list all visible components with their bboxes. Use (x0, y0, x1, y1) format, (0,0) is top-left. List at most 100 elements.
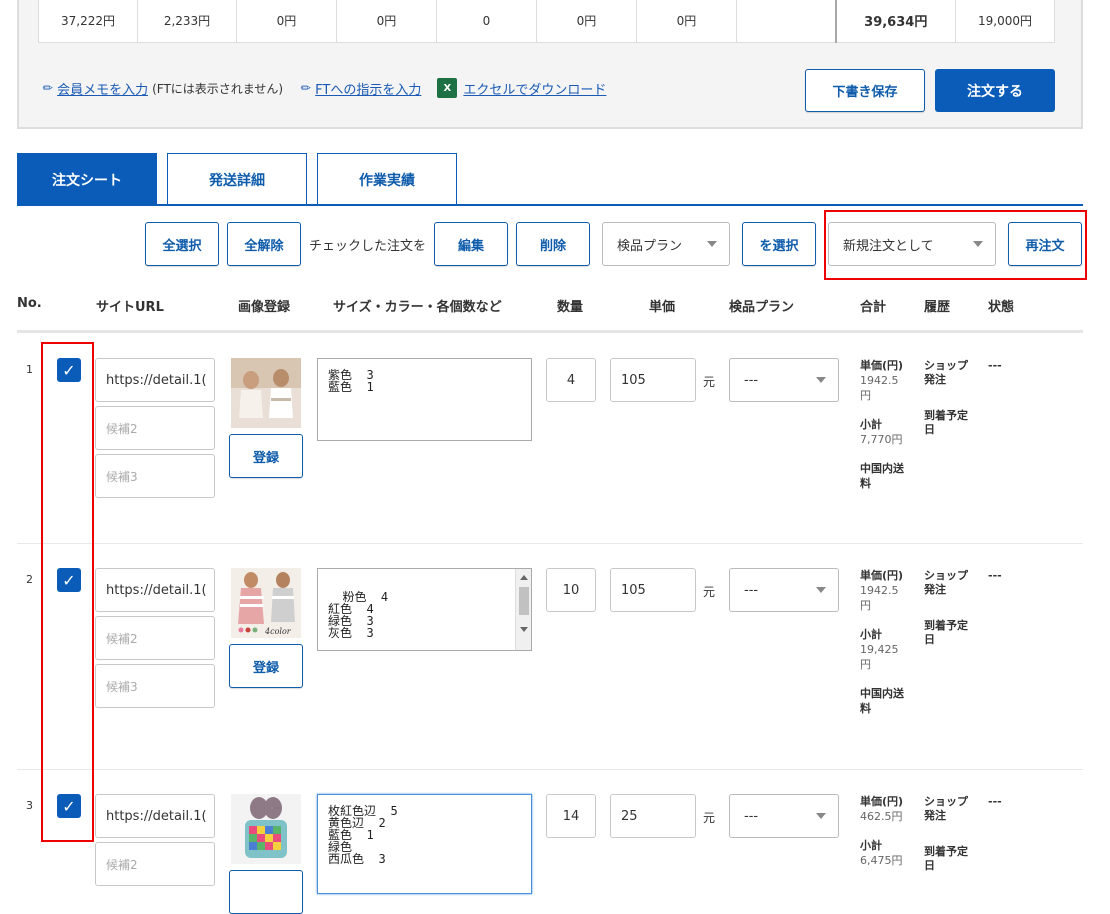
tab-underline (17, 204, 1083, 206)
qty-input[interactable]: 4 (546, 358, 596, 402)
svg-text:4color: 4color (264, 627, 292, 636)
domestic-shipping-label: 中国内送 料 (860, 462, 904, 490)
register-image-button[interactable]: 登録 (229, 434, 303, 478)
pencil-icon: ✎ (297, 79, 315, 97)
header-details: サイズ・カラー・各個数など (333, 300, 502, 315)
unit-price-value: 1942.5 円 (860, 374, 899, 402)
subtotal-value: 19,425 円 (860, 643, 899, 671)
register-image-button[interactable] (229, 870, 303, 914)
scroll-down-icon[interactable] (520, 627, 528, 632)
save-draft-button[interactable]: 下書き保存 (805, 69, 925, 112)
checked-orders-label: チェックした注文を (309, 239, 427, 254)
totals-cell (736, 0, 836, 43)
qty-input[interactable]: 10 (546, 568, 596, 612)
row-plan-select[interactable]: --- (729, 568, 839, 612)
order-summary-panel: 37,222円 2,233円 0円 0円 0 0円 0円 39,634円 19,… (17, 0, 1083, 129)
subtotal-label: 小計 (860, 628, 882, 641)
header-qty: 数量 (557, 300, 584, 315)
row-plan-select[interactable]: --- (729, 794, 839, 838)
chevron-down-icon (816, 377, 826, 383)
header-site-url: サイトURL (96, 300, 164, 315)
scrollbar[interactable] (515, 569, 531, 650)
pencil-icon: ✎ (39, 79, 57, 97)
row-divider (17, 769, 1083, 770)
qty-input[interactable]: 14 (546, 794, 596, 838)
excel-download-link[interactable]: エクセルでダウンロード (463, 79, 606, 98)
candidate3-input[interactable]: 候補3 (95, 664, 215, 708)
row-plan-value: --- (744, 582, 759, 598)
chevron-down-icon (816, 813, 826, 819)
apply-plan-button[interactable]: を選択 (742, 222, 816, 266)
select-all-button[interactable]: 全選択 (145, 222, 219, 266)
row-status: --- (988, 569, 1002, 582)
row-plan-value: --- (744, 372, 759, 388)
history-shop-order: ショップ 発注 (924, 359, 968, 386)
row-status: --- (988, 795, 1002, 808)
scroll-up-icon[interactable] (520, 575, 528, 580)
subtotal-value: 6,475円 (860, 854, 903, 867)
details-textarea[interactable]: 枚紅色辺 5 黄色辺 2 藍色 1 緑色 西瓜色 3 (317, 794, 532, 894)
subtotal-label: 小計 (860, 839, 882, 852)
member-memo-note: (FTには表示されません) (152, 81, 284, 96)
header-unit-price: 単価 (649, 300, 676, 315)
memo-links: ✎ 会員メモを入力 (FTには表示されません) ✎ FTへの指示を入力 X エク… (39, 78, 606, 98)
unit-price-value: 1942.5 円 (860, 584, 899, 612)
history-shop-order: ショップ 発注 (924, 795, 968, 822)
header-history: 履歴 (924, 300, 951, 315)
scrollbar-thumb[interactable] (519, 587, 529, 615)
edit-button[interactable]: 編集 (434, 222, 508, 266)
highlight-box-reorder (824, 210, 1087, 280)
row-plan-select[interactable]: --- (729, 358, 839, 402)
chevron-down-icon (707, 241, 717, 247)
subtotal-value: 7,770円 (860, 433, 903, 446)
header-status: 状態 (988, 300, 1015, 315)
totals-cell: 0円 (536, 0, 637, 43)
totals-cell: 0円 (336, 0, 437, 43)
totals-cell: 0円 (636, 0, 737, 43)
member-memo-link[interactable]: 会員メモを入力 (57, 79, 148, 98)
row-plan-value: --- (744, 808, 759, 824)
unit-price-label: 単価(円) (860, 359, 904, 372)
unit-price-value: 462.5円 (860, 810, 903, 823)
site-url-input[interactable]: https://detail.1( (95, 794, 215, 838)
totals-cell: 2,233円 (137, 0, 237, 43)
tab-shipping-details[interactable]: 発送詳細 (167, 153, 307, 205)
candidate2-input[interactable]: 候補2 (95, 406, 215, 450)
candidate2-input[interactable]: 候補2 (95, 842, 215, 886)
candidate2-input[interactable]: 候補2 (95, 616, 215, 660)
tab-work-results[interactable]: 作業実績 (317, 153, 457, 205)
product-thumbnail: 4color (231, 568, 301, 638)
details-textarea[interactable]: 粉色 4 紅色 4 緑色 3 灰色 3 (317, 568, 532, 651)
details-textarea[interactable]: 紫色 3 藍色 1 (317, 358, 532, 441)
history-shop-order: ショップ 発注 (924, 569, 968, 596)
totals-cell: 19,000円 (955, 0, 1055, 43)
site-url-input[interactable]: https://detail.1( (95, 358, 215, 402)
price-summary: 単価(円) 1942.5 円 小計 19,425 円 中国内送 料 (860, 568, 916, 716)
totals-cell: 37,222円 (38, 0, 138, 43)
unit-price-label: 単価(円) (860, 795, 904, 808)
register-image-button[interactable]: 登録 (229, 644, 303, 688)
inspection-plan-value: 検品プラン (617, 238, 683, 254)
history-arrival-date: 到着予定 日 (924, 409, 968, 436)
inspection-plan-select[interactable]: 検品プラン (602, 222, 730, 266)
ft-instruction-link[interactable]: FTへの指示を入力 (315, 79, 421, 98)
order-button[interactable]: 注文する (935, 69, 1055, 112)
totals-table: 37,222円 2,233円 0円 0円 0 0円 0円 39,634円 19,… (38, 0, 1055, 43)
delete-button[interactable]: 削除 (516, 222, 590, 266)
domestic-shipping-label: 中国内送 料 (860, 687, 904, 715)
product-thumbnail (231, 794, 301, 864)
site-url-input[interactable]: https://detail.1( (95, 568, 215, 612)
tab-order-sheet[interactable]: 注文シート (17, 153, 157, 205)
unit-price-label: 単価(円) (860, 569, 904, 582)
currency-label: 元 (703, 585, 716, 599)
unit-price-input[interactable]: 25 (610, 794, 696, 838)
row-number: 3 (26, 799, 33, 812)
unit-price-input[interactable]: 105 (610, 568, 696, 612)
candidate3-input[interactable]: 候補3 (95, 454, 215, 498)
deselect-all-button[interactable]: 全解除 (227, 222, 301, 266)
totals-row: 37,222円 2,233円 0円 0円 0 0円 0円 39,634円 19,… (38, 0, 1055, 43)
header-no: No. (17, 296, 42, 311)
row-number: 1 (26, 363, 33, 376)
highlight-box-checkboxes (41, 342, 94, 842)
unit-price-input[interactable]: 105 (610, 358, 696, 402)
